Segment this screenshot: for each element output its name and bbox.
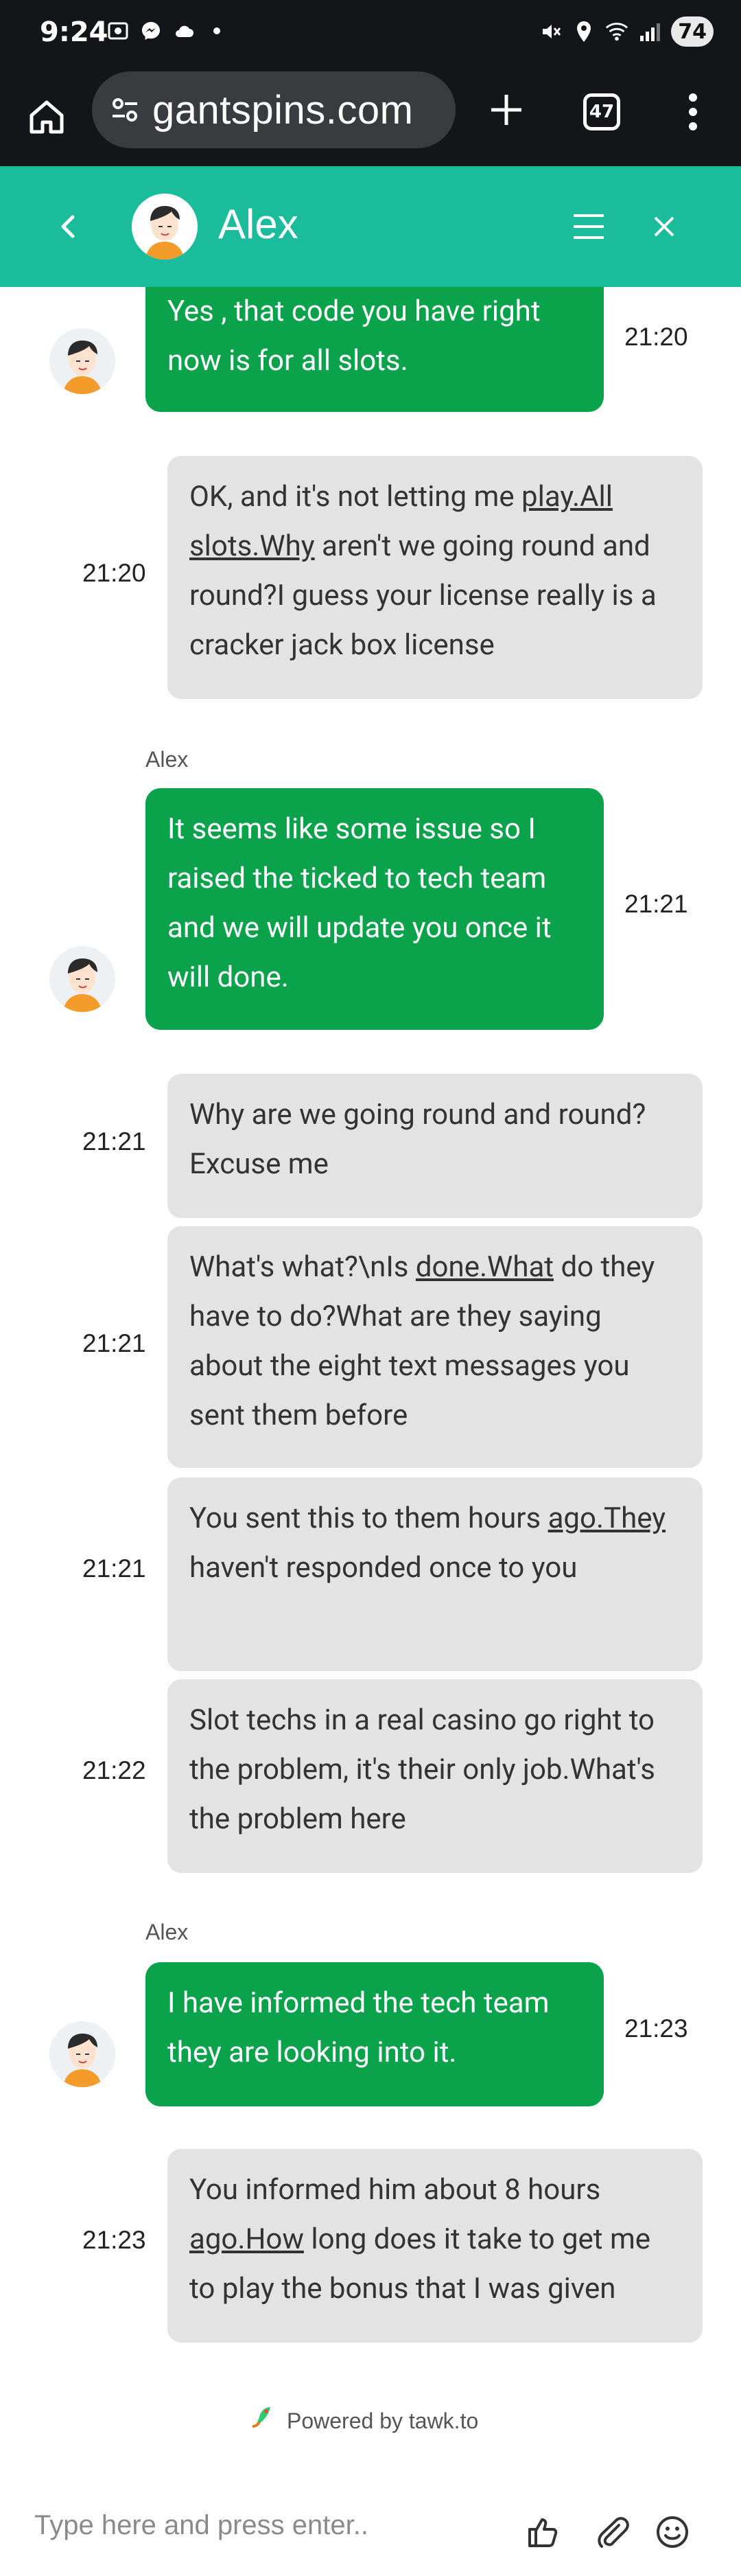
message-time: 21:22 [82, 1756, 146, 1784]
home-icon[interactable] [22, 92, 71, 141]
status-bar: 9:24 74 [0, 0, 741, 67]
agent-avatar [49, 328, 115, 394]
message-bubble-user: OK, and it's not letting me play.All slo… [167, 456, 703, 699]
message-composer [0, 2485, 741, 2576]
message-time: 21:20 [624, 323, 688, 351]
more-notifications-dot-icon [205, 19, 228, 43]
message-time: 21:21 [82, 1127, 146, 1155]
message-text: now is for all slots. [167, 344, 408, 378]
message-time: 21:23 [82, 2226, 146, 2254]
powered-by-text: Powered by tawk.to [287, 2408, 479, 2433]
browser-toolbar: gantspins.com 47 [0, 67, 741, 166]
browser-menu-icon[interactable] [679, 88, 707, 136]
message-time: 21:23 [624, 2014, 688, 2043]
message-time: 21:21 [82, 1329, 146, 1357]
status-system-icons: 74 [539, 16, 714, 47]
message-link-text[interactable]: ago.How [189, 2222, 304, 2256]
wifi-icon [605, 20, 628, 43]
messenger-icon [139, 19, 163, 43]
cloud-icon [172, 19, 196, 43]
screen: 9:24 74 gantspins.com 47 Alex Yes , that… [0, 0, 741, 2576]
agent-name: Alex [218, 201, 298, 247]
message-link-text[interactable]: slots.Why [189, 529, 315, 563]
message-link-text[interactable]: ago.They [548, 1502, 666, 1535]
message-bubble-user: Why are we going round and round? Excuse… [167, 1074, 703, 1218]
message-bubble-user: What's what?\nIs done.What do they have … [167, 1226, 703, 1468]
message-bubble-agent: Yes , that code you have right now is fo… [145, 287, 604, 412]
paperclip-icon[interactable] [591, 2511, 633, 2553]
close-icon[interactable] [645, 207, 683, 246]
signal-icon [638, 20, 661, 43]
status-notification-icons [106, 19, 228, 43]
message-link-text[interactable]: play.All [521, 480, 613, 514]
tab-switcher-button[interactable]: 47 [583, 93, 620, 130]
tawk-logo-icon [247, 2404, 274, 2437]
message-text: Yes , that code you have right [167, 295, 541, 328]
sender-name: Alex [145, 747, 189, 772]
agent-avatar [49, 946, 115, 1012]
back-chevron-icon[interactable] [49, 207, 88, 246]
battery-indicator: 74 [671, 16, 714, 47]
url-text[interactable]: gantspins.com [152, 87, 413, 133]
agent-avatar [132, 194, 198, 260]
mute-icon [539, 20, 563, 43]
message-bubble-agent: I have informed the tech team they are l… [145, 1962, 604, 2106]
location-icon [572, 20, 596, 43]
emoji-icon[interactable] [652, 2511, 693, 2553]
sender-name: Alex [145, 1920, 189, 1944]
message-bubble-user: Slot techs in a real casino go right to … [167, 1679, 703, 1873]
thumbs-up-icon[interactable] [523, 2511, 564, 2553]
message-time: 21:21 [624, 890, 688, 918]
new-tab-icon[interactable] [484, 88, 528, 132]
message-link-text[interactable]: done.What [416, 1250, 554, 1284]
chat-header: Alex [0, 166, 741, 287]
message-time: 21:20 [82, 559, 146, 587]
powered-by-link[interactable]: Powered by tawk.to [247, 2404, 478, 2437]
site-settings-icon[interactable] [106, 91, 144, 129]
agent-avatar [49, 2021, 115, 2087]
message-bubble-user: You informed him about 8 hours ago.How l… [167, 2149, 703, 2343]
hamburger-menu-icon[interactable] [569, 207, 608, 246]
message-bubble-user: You sent this to them hours ago.They hav… [167, 1477, 703, 1671]
screenshot-icon [106, 19, 130, 43]
status-time: 9:24 [40, 16, 108, 48]
message-bubble-agent: It seems like some issue so I raised the… [145, 788, 604, 1030]
message-time: 21:21 [82, 1554, 146, 1583]
message-input[interactable] [34, 2510, 487, 2541]
address-bar[interactable]: gantspins.com [92, 71, 456, 148]
